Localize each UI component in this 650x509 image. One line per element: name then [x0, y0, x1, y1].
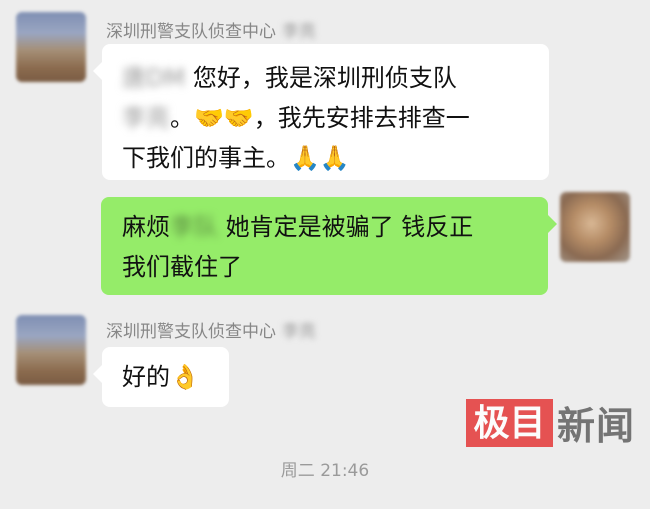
message-bubble-incoming[interactable]: 好的👌 — [93, 347, 229, 407]
watermark-logo-box: 极目 — [466, 398, 553, 447]
sender-name: 深圳刑警支队侦查中心 李亮 — [106, 317, 316, 342]
redacted-text: 李队 — [170, 213, 218, 241]
redacted-text: 李亮 — [122, 104, 170, 132]
message-bubble-outgoing[interactable]: 麻烦李队 她肯定是被骗了 钱反正 我们截住了 — [101, 197, 557, 295]
redacted-name: 李亮 — [282, 322, 316, 342]
message-line: 李亮。🤝🤝，我先安排去排查一 — [122, 98, 531, 138]
self-avatar[interactable] — [560, 192, 630, 262]
redacted-text: 唐DM — [122, 64, 186, 92]
sender-name: 深圳刑警支队侦查中心 李亮 — [106, 17, 316, 42]
redacted-name: 李亮 — [282, 22, 316, 42]
sender-name-text: 深圳刑警支队侦查中心 — [106, 22, 276, 42]
message-line: 下我们的事主。🙏🙏 — [122, 144, 350, 172]
message-line: 好的👌 — [122, 363, 200, 391]
message-timestamp: 周二 21:46 — [280, 461, 370, 481]
sender-name-text: 深圳刑警支队侦查中心 — [106, 322, 276, 342]
message-line: 我们截住了 — [122, 253, 242, 281]
sender-avatar[interactable] — [16, 315, 86, 385]
message-bubble-incoming[interactable]: 唐DM 您好，我是深圳刑侦支队 李亮。🤝🤝，我先安排去排查一 下我们的事主。🙏🙏 — [93, 44, 549, 180]
watermark-logo-text: 新闻 — [557, 403, 636, 448]
message-line: 唐DM 您好，我是深圳刑侦支队 — [122, 58, 531, 98]
message-line: 麻烦李队 她肯定是被骗了 钱反正 — [122, 207, 530, 247]
sender-avatar[interactable] — [16, 12, 86, 82]
news-watermark: 极目 新闻 — [466, 395, 635, 450]
